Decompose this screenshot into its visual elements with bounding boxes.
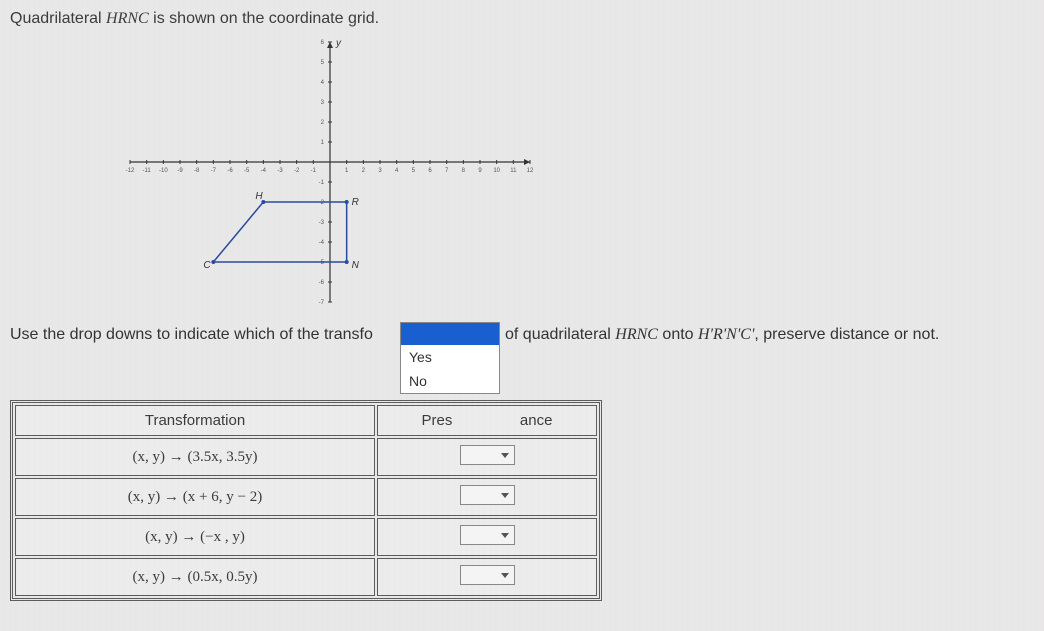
svg-text:-4: -4 — [261, 168, 267, 174]
prompt-top-pre: Quadrilateral — [10, 10, 106, 27]
table-row: (x, y) → (0.5x, 0.5y) — [15, 558, 597, 596]
dropdown-option-no[interactable]: No — [401, 369, 499, 393]
svg-text:-8: -8 — [194, 168, 200, 174]
preserve-dropdown-2[interactable] — [460, 485, 515, 505]
preserve-cell — [377, 558, 597, 596]
svg-text:-1: -1 — [319, 180, 325, 186]
instruction-row: Use the drop downs to indicate which of … — [10, 322, 1034, 350]
preserve-dropdown-3[interactable] — [460, 525, 515, 545]
svg-text:12: 12 — [527, 168, 534, 174]
coordinate-graph: y-12-11-10-9-8-7-6-5-4-3-2-1123456789101… — [120, 32, 540, 312]
dropdown-selected-blank[interactable] — [401, 323, 499, 345]
svg-text:7: 7 — [445, 168, 449, 174]
preserve-cell — [377, 438, 597, 476]
instruction-right-pre: of quadrilateral — [505, 326, 615, 343]
svg-text:8: 8 — [462, 168, 466, 174]
svg-text:-2: -2 — [294, 168, 300, 174]
table-row: (x, y) → (3.5x, 3.5y) — [15, 438, 597, 476]
graph-svg: y-12-11-10-9-8-7-6-5-4-3-2-1123456789101… — [120, 32, 540, 312]
svg-text:9: 9 — [478, 168, 482, 174]
svg-text:-3: -3 — [277, 168, 283, 174]
svg-text:5: 5 — [412, 168, 416, 174]
instruction-right: of quadrilateral HRNC onto H'R'N'C', pre… — [505, 326, 939, 344]
prompt-top-math: HRNC — [106, 10, 149, 27]
svg-text:-9: -9 — [177, 168, 183, 174]
prompt-top: Quadrilateral HRNC is shown on the coord… — [10, 10, 1034, 28]
svg-text:5: 5 — [321, 60, 325, 66]
preserve-dropdown-open[interactable]: Yes No — [400, 322, 500, 394]
table-header-row: Transformation Pres erve Dist ance — [15, 405, 597, 436]
instruction-right-math1: HRNC — [615, 326, 658, 343]
svg-text:-6: -6 — [227, 168, 233, 174]
instruction-right-mid: onto — [658, 326, 698, 343]
svg-text:10: 10 — [493, 168, 500, 174]
instruction-left: Use the drop downs to indicate which of … — [10, 326, 373, 344]
dropdown-option-yes[interactable]: Yes — [401, 345, 499, 369]
preserve-dropdown-1[interactable] — [460, 445, 515, 465]
svg-text:-11: -11 — [143, 168, 152, 174]
svg-text:2: 2 — [362, 168, 366, 174]
svg-text:-12: -12 — [126, 168, 135, 174]
svg-text:C: C — [203, 260, 211, 271]
header-preserve-left: Pres — [422, 412, 453, 429]
svg-text:-6: -6 — [319, 280, 325, 286]
transformation-cell: (x, y) → (−x , y) — [15, 518, 375, 556]
svg-text:-7: -7 — [211, 168, 217, 174]
svg-text:2: 2 — [321, 120, 325, 126]
svg-text:-5: -5 — [244, 168, 250, 174]
svg-text:1: 1 — [321, 140, 325, 146]
prompt-top-post: is shown on the coordinate grid. — [149, 10, 379, 27]
svg-text:-4: -4 — [319, 240, 325, 246]
transformation-table: Transformation Pres erve Dist ance (x, y… — [10, 400, 602, 601]
svg-text:-10: -10 — [159, 168, 168, 174]
table-row: (x, y) → (x + 6, y − 2) — [15, 478, 597, 516]
svg-text:H: H — [255, 191, 263, 202]
svg-text:6: 6 — [428, 168, 432, 174]
transformation-table-wrap: Transformation Pres erve Dist ance (x, y… — [10, 400, 602, 601]
transformation-cell: (x, y) → (x + 6, y − 2) — [15, 478, 375, 516]
table-row: (x, y) → (−x , y) — [15, 518, 597, 556]
instruction-right-post: , preserve distance or not. — [754, 326, 939, 343]
svg-text:-5: -5 — [319, 260, 325, 266]
svg-text:y: y — [335, 38, 342, 49]
svg-text:R: R — [352, 197, 359, 208]
preserve-cell — [377, 478, 597, 516]
svg-text:4: 4 — [321, 80, 325, 86]
preserve-cell — [377, 518, 597, 556]
svg-text:6: 6 — [321, 40, 325, 46]
preserve-dropdown-4[interactable] — [460, 565, 515, 585]
svg-text:-7: -7 — [319, 300, 325, 306]
svg-text:3: 3 — [378, 168, 382, 174]
svg-text:3: 3 — [321, 100, 325, 106]
transformation-cell: (x, y) → (3.5x, 3.5y) — [15, 438, 375, 476]
svg-text:1: 1 — [345, 168, 349, 174]
instruction-right-math2: H'R'N'C' — [698, 326, 754, 343]
header-preserve-right: ance — [520, 412, 553, 429]
header-preserve: Pres erve Dist ance — [377, 405, 597, 436]
transformation-cell: (x, y) → (0.5x, 0.5y) — [15, 558, 375, 596]
svg-text:-2: -2 — [319, 200, 325, 206]
svg-text:11: 11 — [510, 168, 517, 174]
svg-text:-1: -1 — [311, 168, 317, 174]
svg-text:4: 4 — [395, 168, 399, 174]
svg-text:-3: -3 — [319, 220, 325, 226]
header-transformation: Transformation — [15, 405, 375, 436]
svg-text:N: N — [352, 260, 360, 271]
